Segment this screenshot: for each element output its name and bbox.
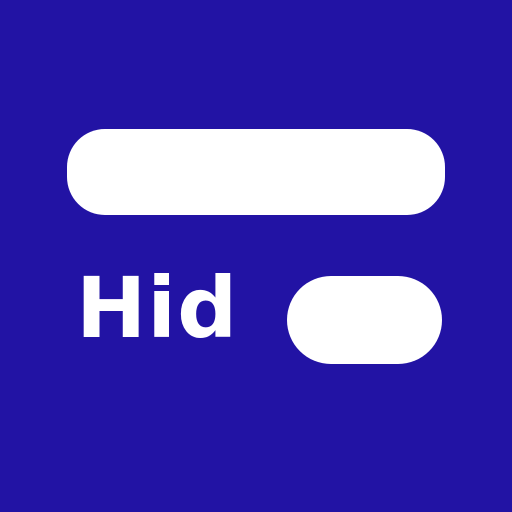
logo-top-bar-shape	[67, 129, 445, 215]
logo-wordmark: Hid	[76, 259, 239, 357]
logo-pill-shape	[287, 276, 442, 364]
app-logo: Hid	[0, 0, 512, 512]
